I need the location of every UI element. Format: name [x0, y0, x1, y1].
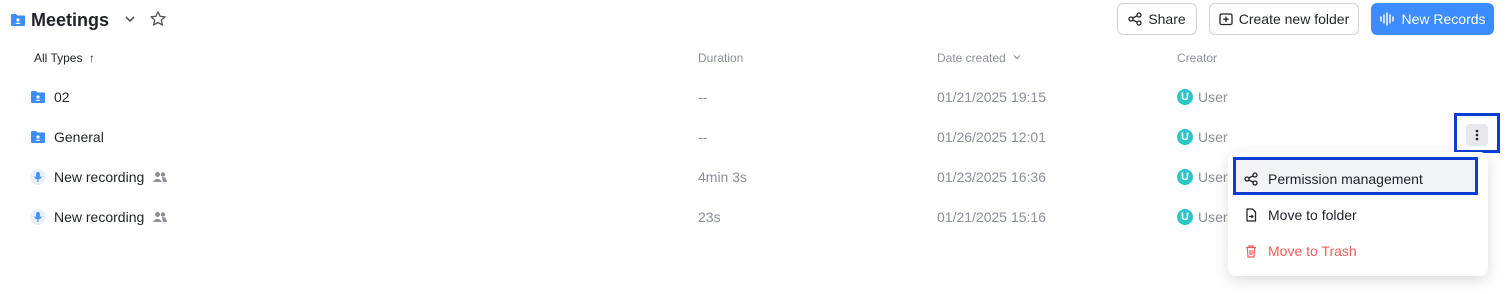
- row-duration: 4min 3s: [698, 169, 748, 185]
- column-date-label: Date created: [937, 51, 1006, 65]
- folder-plus-icon: [1219, 13, 1233, 26]
- row-date: 01/21/2025 19:15: [937, 89, 1046, 105]
- column-duration[interactable]: Duration: [698, 51, 743, 65]
- column-type-label: All Types: [34, 51, 83, 65]
- row-creator: U User: [1177, 197, 1228, 237]
- avatar: U: [1177, 209, 1193, 225]
- move-file-icon: [1246, 208, 1257, 222]
- page-header: Meetings: [10, 8, 109, 32]
- row-creator: U User: [1177, 117, 1228, 157]
- row-name-label: New recording: [54, 169, 145, 185]
- row-creator: U User: [1177, 77, 1228, 117]
- create-folder-label: Create new folder: [1238, 11, 1350, 27]
- creator-name: User: [1198, 129, 1228, 145]
- shared-users-icon: [153, 172, 168, 182]
- row-name: 02: [30, 77, 70, 117]
- new-records-label: New Records: [1401, 11, 1486, 27]
- share-button[interactable]: Share: [1117, 3, 1197, 35]
- column-type[interactable]: All Types ↑: [34, 51, 95, 65]
- menu-item-permission[interactable]: Permission management: [1244, 169, 1423, 189]
- chevron-down-icon: [1013, 55, 1021, 60]
- avatar: U: [1177, 129, 1193, 145]
- menu-item-label: Move to Trash: [1268, 243, 1357, 259]
- table-row[interactable]: 02 -- 01/21/2025 19:15 U User: [0, 77, 1507, 117]
- avatar: U: [1177, 89, 1193, 105]
- chevron-down-icon[interactable]: [123, 12, 137, 26]
- row-duration: --: [698, 89, 708, 105]
- row-duration: 23s: [698, 209, 721, 225]
- row-date: 01/21/2025 15:16: [937, 209, 1046, 225]
- folder-icon: [31, 91, 45, 103]
- row-name: New recording: [30, 157, 168, 197]
- trash-icon: [1246, 245, 1256, 258]
- creator-name: User: [1198, 209, 1228, 225]
- creator-name: User: [1198, 169, 1228, 185]
- menu-item-label: Move to folder: [1268, 207, 1357, 223]
- row-name: New recording: [30, 197, 168, 237]
- page-title: Meetings: [31, 9, 110, 30]
- row-date: 01/26/2025 12:01: [937, 129, 1046, 145]
- row-name-label: 02: [54, 89, 70, 105]
- highlight-box: [1454, 113, 1500, 153]
- microphone-icon: [30, 169, 46, 185]
- column-creator[interactable]: Creator: [1177, 51, 1217, 65]
- row-name-label: New recording: [54, 209, 145, 225]
- row-name-label: General: [54, 129, 104, 145]
- shared-users-icon: [153, 212, 168, 222]
- avatar: U: [1177, 169, 1193, 185]
- menu-item-trash[interactable]: Move to Trash: [1244, 241, 1357, 261]
- share-label: Share: [1148, 11, 1186, 27]
- menu-item-label: Permission management: [1268, 171, 1423, 187]
- folder-icon: [31, 131, 45, 143]
- star-icon[interactable]: [149, 10, 167, 28]
- row-date: 01/23/2025 16:36: [937, 169, 1046, 185]
- row-name: General: [30, 117, 104, 157]
- create-folder-button[interactable]: Create new folder: [1209, 3, 1359, 35]
- row-duration: --: [698, 129, 708, 145]
- share-icon: [1128, 12, 1142, 26]
- new-records-button[interactable]: New Records: [1371, 3, 1494, 35]
- share-icon: [1244, 172, 1258, 186]
- menu-item-move[interactable]: Move to folder: [1244, 205, 1357, 225]
- waveform-icon: [1380, 12, 1395, 26]
- sort-arrow-up-icon: ↑: [88, 51, 95, 65]
- column-date[interactable]: Date created: [937, 51, 1022, 65]
- creator-name: User: [1198, 89, 1228, 105]
- folder-icon: [11, 14, 25, 26]
- microphone-icon: [30, 209, 46, 225]
- row-creator: U User: [1177, 157, 1228, 197]
- table-row[interactable]: General -- 01/26/2025 12:01 U User: [0, 117, 1507, 157]
